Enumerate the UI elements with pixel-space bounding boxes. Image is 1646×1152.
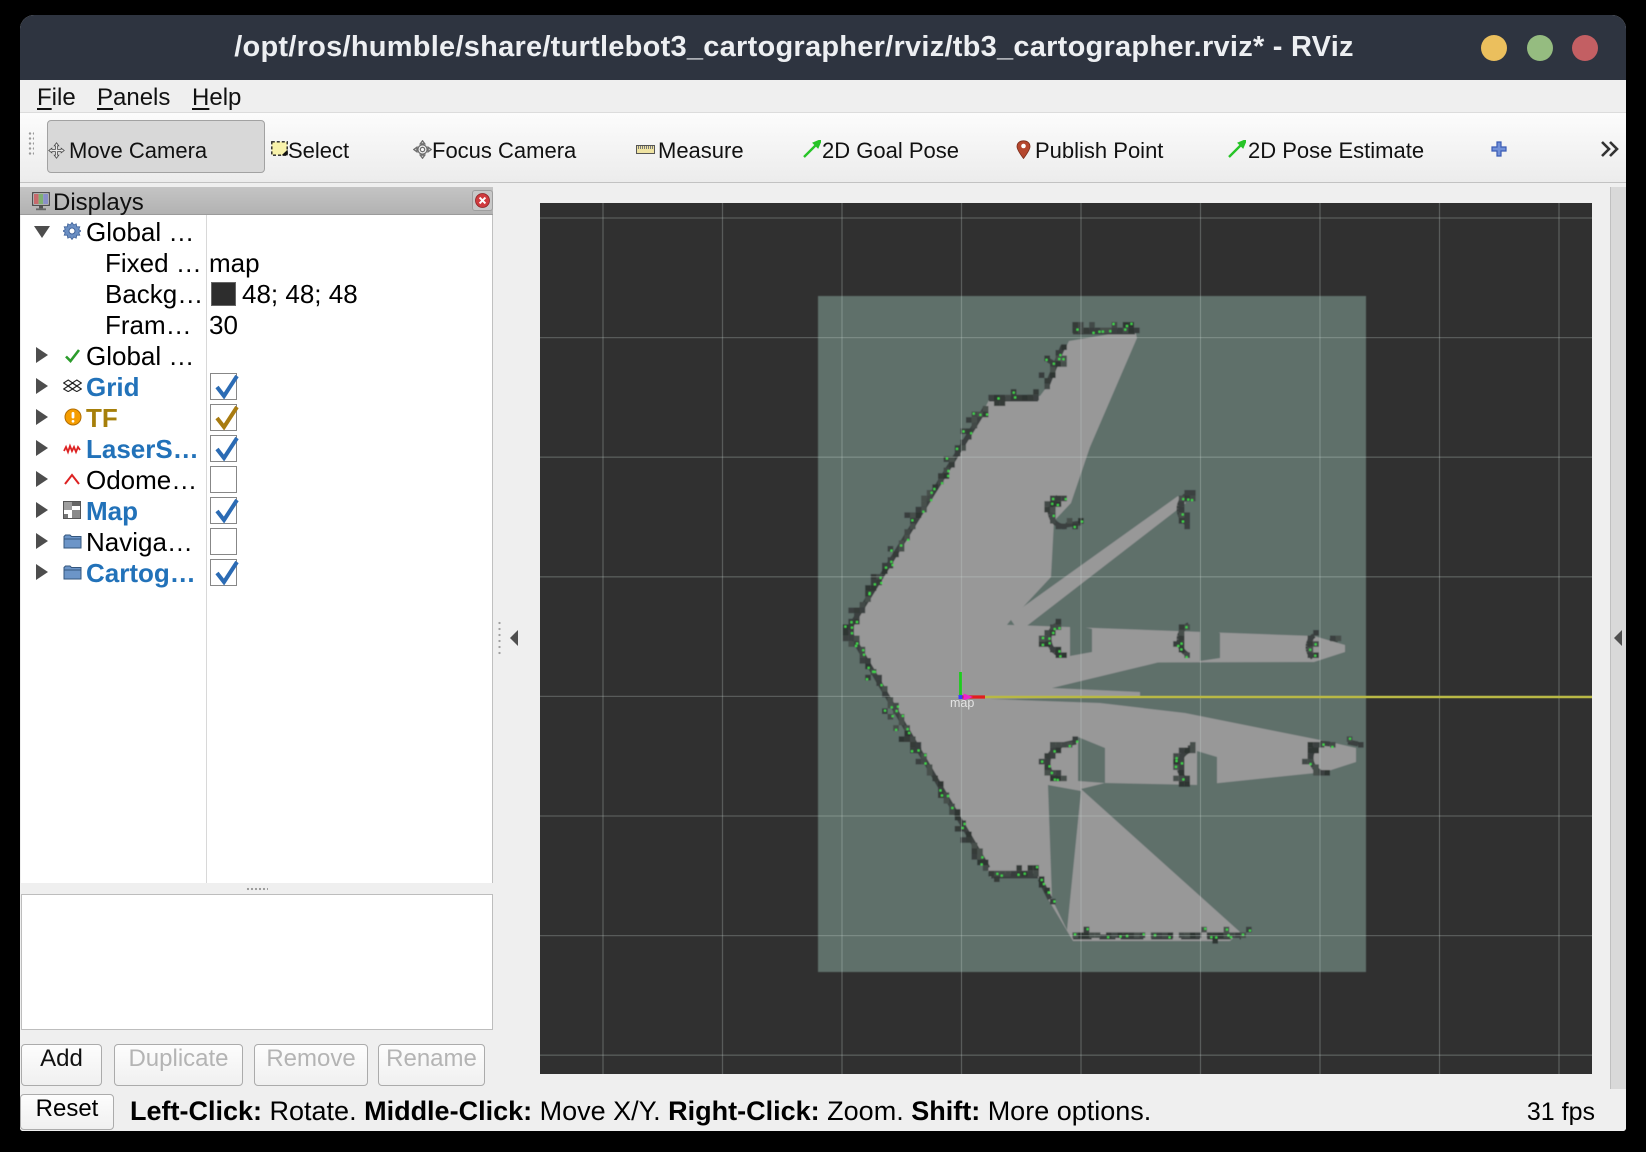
- svg-text:map: map: [950, 696, 974, 710]
